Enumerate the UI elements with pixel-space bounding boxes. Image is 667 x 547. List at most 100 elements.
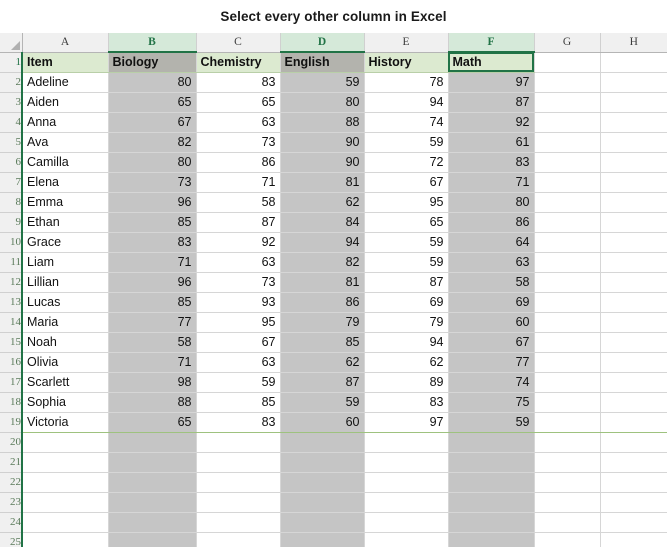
cell-G22[interactable]: [534, 472, 601, 493]
cell-H4[interactable]: [600, 112, 667, 133]
cell-H2[interactable]: [600, 72, 667, 93]
cell-H8[interactable]: [600, 192, 667, 213]
cell-header-F1[interactable]: Math: [448, 52, 535, 73]
cell-F10[interactable]: 64: [448, 232, 535, 253]
row-header-13[interactable]: 13: [0, 292, 23, 313]
row-header-22[interactable]: 22: [0, 472, 23, 493]
cell-C18[interactable]: 85: [196, 392, 281, 413]
cell-H3[interactable]: [600, 92, 667, 113]
cell-A24[interactable]: [21, 512, 109, 533]
cell-B2[interactable]: 80: [108, 72, 197, 93]
cell-D24[interactable]: [280, 512, 365, 533]
cell-G17[interactable]: [534, 372, 601, 393]
cell-B9[interactable]: 85: [108, 212, 197, 233]
row-header-11[interactable]: 11: [0, 252, 23, 273]
cell-F3[interactable]: 87: [448, 92, 535, 113]
cell-D8[interactable]: 62: [280, 192, 365, 213]
cell-A9[interactable]: Ethan: [21, 212, 109, 233]
cell-D13[interactable]: 86: [280, 292, 365, 313]
cell-C25[interactable]: [196, 532, 281, 547]
cell-F5[interactable]: 61: [448, 132, 535, 153]
row-header-1[interactable]: 1: [0, 52, 23, 73]
cell-D7[interactable]: 81: [280, 172, 365, 193]
cell-H16[interactable]: [600, 352, 667, 373]
cell-A21[interactable]: [21, 452, 109, 473]
cell-C16[interactable]: 63: [196, 352, 281, 373]
row-header-16[interactable]: 16: [0, 352, 23, 373]
cell-C11[interactable]: 63: [196, 252, 281, 273]
cell-E15[interactable]: 94: [364, 332, 449, 353]
cell-E3[interactable]: 94: [364, 92, 449, 113]
cell-G12[interactable]: [534, 272, 601, 293]
cell-F19[interactable]: 59: [448, 412, 535, 433]
cell-G9[interactable]: [534, 212, 601, 233]
cell-C4[interactable]: 63: [196, 112, 281, 133]
cell-E5[interactable]: 59: [364, 132, 449, 153]
cell-B6[interactable]: 80: [108, 152, 197, 173]
cell-A13[interactable]: Lucas: [21, 292, 109, 313]
cell-F20[interactable]: [448, 432, 535, 453]
cell-D14[interactable]: 79: [280, 312, 365, 333]
cell-B8[interactable]: 96: [108, 192, 197, 213]
cell-F24[interactable]: [448, 512, 535, 533]
cell-F8[interactable]: 80: [448, 192, 535, 213]
cell-B15[interactable]: 58: [108, 332, 197, 353]
cell-header-D1[interactable]: English: [280, 52, 365, 73]
cell-C14[interactable]: 95: [196, 312, 281, 333]
cell-G25[interactable]: [534, 532, 601, 547]
cell-F25[interactable]: [448, 532, 535, 547]
cell-E21[interactable]: [364, 452, 449, 473]
cell-D9[interactable]: 84: [280, 212, 365, 233]
column-header-e[interactable]: E: [364, 33, 449, 53]
cell-G4[interactable]: [534, 112, 601, 133]
cell-C9[interactable]: 87: [196, 212, 281, 233]
cell-C23[interactable]: [196, 492, 281, 513]
cell-H22[interactable]: [600, 472, 667, 493]
row-header-17[interactable]: 17: [0, 372, 23, 393]
cell-B25[interactable]: [108, 532, 197, 547]
column-header-f[interactable]: F: [448, 33, 535, 53]
cell-D16[interactable]: 62: [280, 352, 365, 373]
cell-E22[interactable]: [364, 472, 449, 493]
cell-C2[interactable]: 83: [196, 72, 281, 93]
cell-A2[interactable]: Adeline: [21, 72, 109, 93]
cell-B13[interactable]: 85: [108, 292, 197, 313]
cell-H15[interactable]: [600, 332, 667, 353]
cell-A14[interactable]: Maria: [21, 312, 109, 333]
column-header-d[interactable]: D: [280, 33, 365, 53]
cell-C3[interactable]: 65: [196, 92, 281, 113]
cell-A11[interactable]: Liam: [21, 252, 109, 273]
cell-G3[interactable]: [534, 92, 601, 113]
cell-A17[interactable]: Scarlett: [21, 372, 109, 393]
cell-C24[interactable]: [196, 512, 281, 533]
cell-E7[interactable]: 67: [364, 172, 449, 193]
cell-A4[interactable]: Anna: [21, 112, 109, 133]
cell-A8[interactable]: Emma: [21, 192, 109, 213]
cell-A16[interactable]: Olivia: [21, 352, 109, 373]
cell-A18[interactable]: Sophia: [21, 392, 109, 413]
row-header-12[interactable]: 12: [0, 272, 23, 293]
cell-D2[interactable]: 59: [280, 72, 365, 93]
cell-E25[interactable]: [364, 532, 449, 547]
column-header-a[interactable]: A: [22, 33, 109, 53]
cell-B23[interactable]: [108, 492, 197, 513]
cell-D5[interactable]: 90: [280, 132, 365, 153]
cell-H18[interactable]: [600, 392, 667, 413]
cell-G18[interactable]: [534, 392, 601, 413]
cell-D19[interactable]: 60: [280, 412, 365, 433]
cell-H14[interactable]: [600, 312, 667, 333]
row-header-21[interactable]: 21: [0, 452, 23, 473]
cell-D18[interactable]: 59: [280, 392, 365, 413]
row-header-4[interactable]: 4: [0, 112, 23, 133]
cell-C5[interactable]: 73: [196, 132, 281, 153]
cell-header-C1[interactable]: Chemistry: [196, 52, 281, 73]
row-header-18[interactable]: 18: [0, 392, 23, 413]
cell-G5[interactable]: [534, 132, 601, 153]
cell-B7[interactable]: 73: [108, 172, 197, 193]
cell-header-B1[interactable]: Biology: [108, 52, 197, 73]
cell-B20[interactable]: [108, 432, 197, 453]
cell-B16[interactable]: 71: [108, 352, 197, 373]
cell-H6[interactable]: [600, 152, 667, 173]
cell-D25[interactable]: [280, 532, 365, 547]
cell-B3[interactable]: 65: [108, 92, 197, 113]
